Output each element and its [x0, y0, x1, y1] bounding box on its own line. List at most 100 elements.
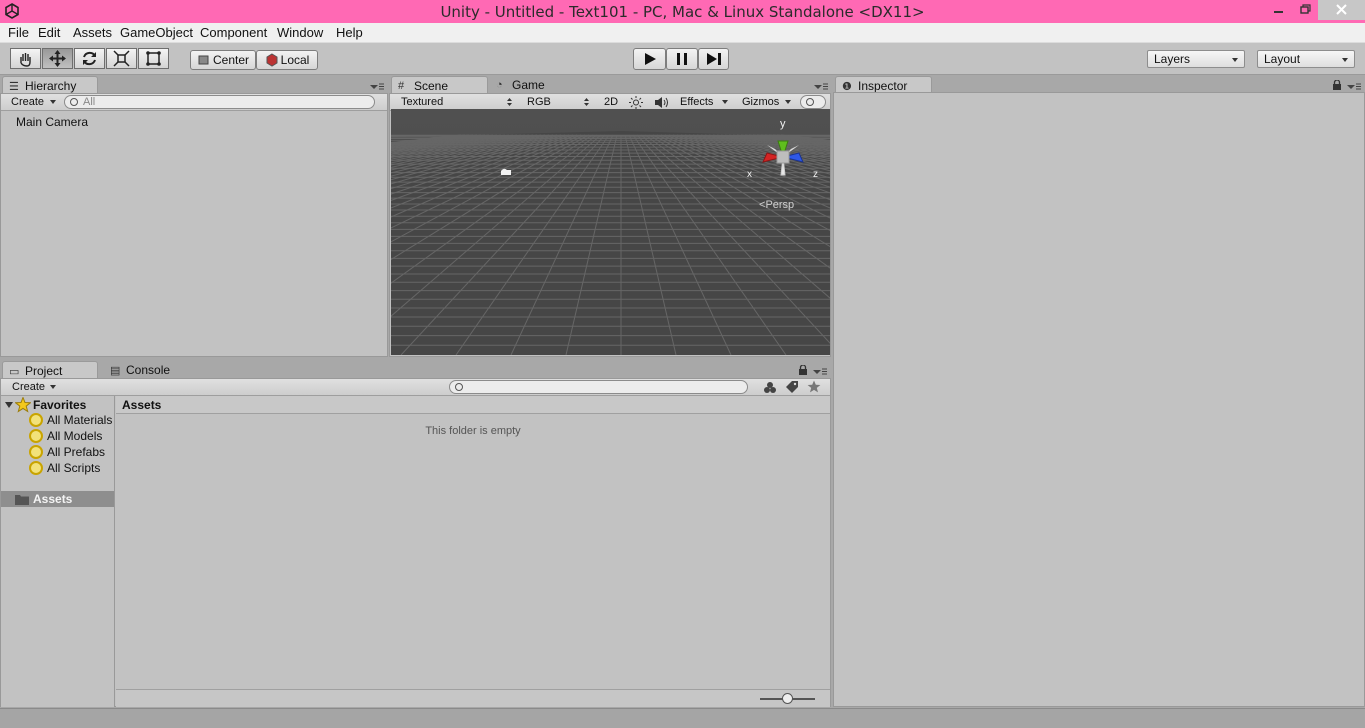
hand-icon — [20, 53, 31, 67]
favorite-label: All Scripts — [47, 461, 101, 475]
list-icon: ☰ — [9, 81, 19, 93]
breadcrumb: Assets — [116, 396, 830, 414]
move-tool-button[interactable] — [42, 48, 73, 69]
project-create-button[interactable]: Create — [12, 381, 45, 393]
tab-game[interactable]: ◔ Game — [490, 76, 580, 94]
panel-menu-icon[interactable] — [813, 367, 827, 375]
search-icon — [29, 445, 43, 459]
hierarchy-item-main-camera[interactable]: Main Camera — [16, 115, 88, 129]
scene-search-input[interactable] — [800, 95, 826, 109]
hierarchy-toolbar: Create All — [1, 94, 387, 111]
gizmo-y-label: y — [780, 118, 786, 130]
chevron-down-icon — [50, 385, 56, 389]
menu-assets[interactable]: Assets — [73, 25, 112, 40]
render-mode-dropdown[interactable]: RGB — [527, 96, 551, 108]
project-content: This folder is empty — [116, 415, 830, 689]
filter-by-type-icon[interactable] — [763, 381, 777, 394]
star-icon[interactable] — [807, 380, 821, 393]
menu-edit[interactable]: Edit — [38, 25, 60, 40]
pause-button[interactable] — [666, 48, 698, 70]
assets-folder-row[interactable]: Assets — [1, 491, 114, 507]
filter-by-label-icon[interactable] — [785, 381, 799, 394]
chevron-down-icon — [722, 100, 728, 104]
grid-icon: # — [398, 80, 405, 92]
audio-icon[interactable] — [654, 96, 670, 109]
scene-viewport[interactable]: y x z <Persp — [391, 109, 830, 355]
menu-window[interactable]: Window — [277, 25, 323, 40]
project-search-input[interactable] — [449, 380, 748, 394]
breadcrumb-assets[interactable]: Assets — [122, 398, 161, 412]
tab-scene-label: Scene — [414, 79, 449, 93]
window-title: Unity - Untitled - Text101 - PC, Mac & L… — [440, 3, 925, 21]
effects-dropdown[interactable]: Effects — [680, 96, 713, 108]
minimize-button[interactable] — [1265, 0, 1292, 20]
menu-file[interactable]: File — [8, 25, 29, 40]
favorite-all-models[interactable]: All Models — [29, 429, 102, 443]
lock-icon[interactable] — [1332, 80, 1342, 90]
tab-scene[interactable]: # Scene — [391, 76, 488, 94]
draw-mode-dropdown[interactable]: Textured — [401, 96, 443, 108]
favorite-all-prefabs[interactable]: All Prefabs — [29, 445, 105, 459]
play-button[interactable] — [633, 48, 666, 70]
updown-icon — [507, 98, 512, 106]
gizmo-x-label: x — [747, 169, 752, 180]
project-footer — [116, 689, 830, 707]
expand-arrow-icon[interactable] — [5, 401, 13, 409]
project-tree: Favorites All Materials All Models All P… — [1, 396, 115, 707]
close-icon — [1336, 4, 1347, 15]
scale-tool-button[interactable] — [106, 48, 137, 69]
pivot-center-button[interactable]: Center — [190, 50, 256, 70]
tab-project[interactable]: ▭ Project — [2, 361, 98, 379]
favorite-all-materials[interactable]: All Materials — [29, 413, 112, 427]
rect-tool-button[interactable] — [138, 48, 169, 69]
favorite-all-scripts[interactable]: All Scripts — [29, 461, 100, 475]
axis-gizmo[interactable]: y x z — [745, 115, 825, 195]
rotate-tool-button[interactable] — [74, 48, 105, 69]
step-button[interactable] — [698, 48, 729, 70]
layers-dropdown[interactable]: Layers — [1147, 50, 1245, 68]
tab-game-label: Game — [512, 78, 545, 92]
pivot-local-button[interactable]: Local — [256, 50, 318, 70]
projection-text: Persp — [765, 199, 795, 211]
hand-tool-button[interactable] — [10, 48, 41, 69]
scale-icon — [113, 50, 130, 67]
projection-label[interactable]: <Persp — [759, 199, 794, 211]
camera-icon[interactable] — [499, 167, 513, 177]
panel-menu-icon[interactable] — [1347, 82, 1361, 90]
hierarchy-search-input[interactable]: All — [64, 95, 375, 109]
local-cube-icon — [266, 53, 278, 67]
chevron-down-icon — [50, 100, 56, 104]
panel-menu-icon[interactable] — [370, 82, 384, 90]
pause-icon — [677, 53, 687, 65]
panel-menu-icon[interactable] — [814, 82, 828, 90]
favorite-label: All Prefabs — [47, 445, 106, 459]
restore-icon — [1300, 4, 1311, 14]
hierarchy-panel: Create All Main Camera — [0, 93, 388, 357]
menu-gameobject[interactable]: GameObject — [120, 25, 193, 40]
move-icon — [49, 50, 66, 67]
layout-dropdown[interactable]: Layout — [1257, 50, 1355, 68]
favorites-header[interactable]: Favorites — [33, 398, 86, 412]
tab-console[interactable]: ▤ Console — [104, 361, 194, 379]
favorite-label: All Materials — [47, 413, 113, 427]
lock-icon[interactable] — [798, 365, 808, 375]
favorite-label: All Models — [47, 429, 103, 443]
hierarchy-create-button[interactable]: Create — [11, 96, 44, 108]
lighting-icon[interactable] — [629, 96, 643, 109]
search-icon — [29, 429, 43, 443]
status-bar — [0, 708, 1365, 728]
zoom-slider-thumb[interactable] — [781, 693, 793, 704]
updown-icon — [584, 98, 589, 106]
restore-button[interactable] — [1292, 0, 1317, 20]
minimize-icon — [1274, 11, 1283, 13]
toggle-2d-button[interactable]: 2D — [604, 96, 618, 108]
pivot-local-label: Local — [280, 53, 310, 67]
project-panel: Create Favorites All Materials All Model… — [0, 378, 831, 707]
gizmos-dropdown[interactable]: Gizmos — [742, 96, 779, 108]
pacman-icon: ◔ — [496, 79, 503, 91]
menu-help[interactable]: Help — [336, 25, 363, 40]
menu-bar: File Edit Assets GameObject Component Wi… — [0, 23, 1365, 43]
close-button[interactable] — [1318, 0, 1365, 20]
tab-hierarchy[interactable]: ☰ Hierarchy — [2, 76, 98, 94]
menu-component[interactable]: Component — [200, 25, 267, 40]
